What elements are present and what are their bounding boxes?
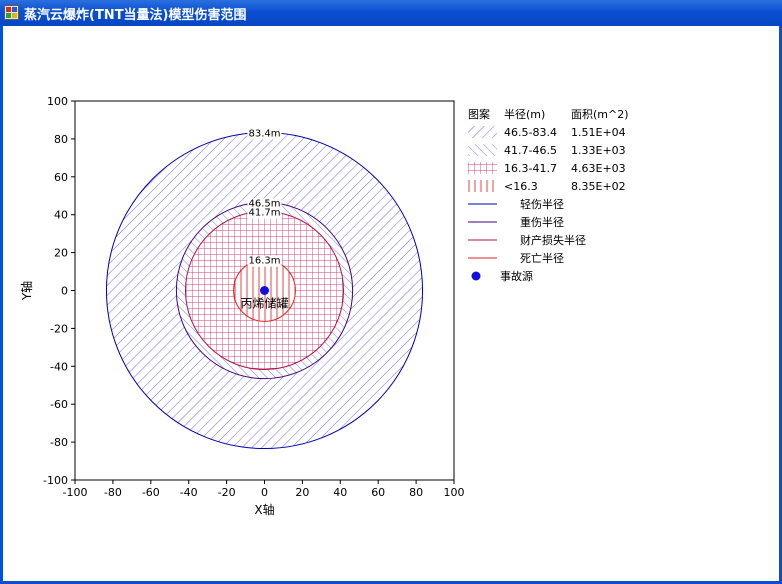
y-axis-label: Y轴 <box>19 281 34 301</box>
damage-range-chart: 83.4m46.5m41.7m16.3m -100 -80 -60 -40 -20 0 20… <box>19 95 629 517</box>
legend-header-1: 半径(m) <box>504 107 545 121</box>
x-tick-label: 40 <box>333 486 347 499</box>
source-marker <box>260 286 269 295</box>
legend-range: 46.5-83.4 <box>504 126 557 139</box>
y-tick-label: 20 <box>54 247 68 260</box>
legend-label-death: 死亡半径 <box>520 251 564 265</box>
x-tick-label: -60 <box>142 486 160 499</box>
legend-header-0: 图案 <box>468 107 490 121</box>
y-tick-label: -20 <box>50 322 68 335</box>
legend-area: 8.35E+02 <box>571 180 626 193</box>
y-tick-label: 60 <box>54 171 68 184</box>
legend-range: 41.7-46.5 <box>504 144 557 157</box>
title-bar: 蒸汽云爆炸(TNT当量法)模型伤害范围 <box>0 0 782 26</box>
legend-swatch-grid <box>468 162 497 174</box>
y-tick-label: 0 <box>61 285 68 298</box>
circle-label-light: 83.4m <box>248 128 280 139</box>
x-tick-label: -40 <box>180 486 198 499</box>
legend-label-property: 财产损失半径 <box>520 233 586 247</box>
legend-source-marker <box>471 271 481 281</box>
legend-source-label: 事故源 <box>500 269 533 283</box>
legend-label-heavy: 重伤半径 <box>520 215 564 229</box>
x-tick-label: 20 <box>295 486 309 499</box>
legend-range: 16.3-41.7 <box>504 162 557 175</box>
y-tick-label: -60 <box>50 398 68 411</box>
legend-header-2: 面积(m^2) <box>571 108 629 121</box>
x-tick-label: 80 <box>409 486 423 499</box>
legend-swatch-vertical <box>468 180 497 192</box>
legend-area: 1.51E+04 <box>571 126 626 139</box>
y-tick-label: -100 <box>43 474 68 487</box>
y-tick-label: 40 <box>54 209 68 222</box>
x-axis-label: X轴 <box>254 502 274 517</box>
y-tick-label: -40 <box>50 360 68 373</box>
x-tick-label: -80 <box>104 486 122 499</box>
legend-range: <16.3 <box>504 180 538 193</box>
legend-label-light: 轻伤半径 <box>520 197 564 211</box>
x-tick-label: -20 <box>218 486 236 499</box>
x-tick-label: 60 <box>371 486 385 499</box>
y-tick-label: -80 <box>50 436 68 449</box>
circle-label-property: 41.7m <box>248 207 280 218</box>
source-label: 丙烯储罐 <box>240 296 288 311</box>
circle-label-death: 16.3m <box>248 256 280 267</box>
window-title: 蒸汽云爆炸(TNT当量法)模型伤害范围 <box>24 8 247 23</box>
x-tick-label: 100 <box>444 486 465 499</box>
legend-area: 1.33E+03 <box>571 144 626 157</box>
x-tick-label: -100 <box>63 486 88 499</box>
app-icon[interactable] <box>4 5 19 20</box>
x-tick-label: 0 <box>261 486 268 499</box>
y-tick-label: 80 <box>54 133 68 146</box>
legend: 图案 半径(m) 面积(m^2) 46.5-83.4 1.51E+04 41.7-46.5… <box>468 107 629 283</box>
legend-swatch-diag-back <box>468 144 497 156</box>
legend-swatch-diag-dense <box>468 126 497 138</box>
legend-area: 4.63E+03 <box>571 162 626 175</box>
y-tick-label: 100 <box>47 95 68 108</box>
